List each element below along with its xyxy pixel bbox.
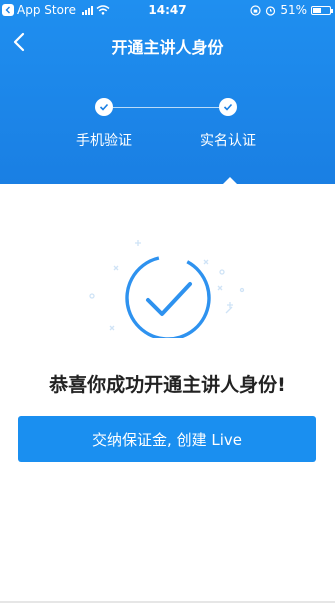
page-title: 开通主讲人身份 (111, 38, 224, 57)
battery-percent: 51% (280, 3, 307, 17)
status-right: 51% (250, 0, 333, 20)
nav-bar: 开通主讲人身份 (0, 24, 335, 68)
alarm-icon (266, 5, 276, 16)
pay-deposit-create-live-button[interactable]: 交纳保证金, 创建 Live (18, 416, 316, 462)
header: App Store 14:47 51% 开通主讲人身份 手机验证 实名认证 (0, 0, 335, 185)
success-check-circle-icon (80, 238, 256, 341)
rotation-lock-icon (250, 4, 261, 16)
step-2-label: 实名认证 (200, 133, 256, 149)
progress-steps: 手机验证 实名认证 (0, 98, 335, 158)
status-bar: App Store 14:47 51% (0, 0, 335, 20)
step-1-label: 手机验证 (76, 133, 132, 149)
step-2-check-icon (219, 98, 237, 116)
step-connector (113, 107, 219, 108)
battery-fill (313, 7, 321, 13)
battery-icon (311, 5, 333, 15)
success-message: 恭喜你成功开通主讲人身份! (49, 374, 286, 396)
step-1-check-icon (95, 98, 113, 116)
